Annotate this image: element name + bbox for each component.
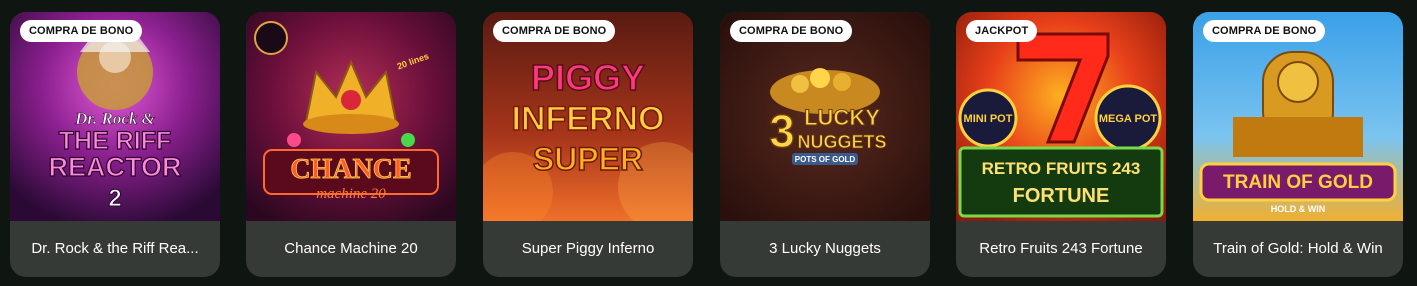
game-card-retro-fruits-243[interactable]: MINI POT MEGA POT RETRO FRUITS 243 FORTU… [956,12,1166,277]
game-title[interactable]: Train of Gold: Hold & Win [1193,221,1403,277]
badge: JACKPOT [966,20,1038,42]
art-text-4: 2 [108,185,121,212]
art-text-piggy: PIGGY [531,57,645,98]
game-title[interactable]: 3 Lucky Nuggets [720,221,930,277]
badge: COMPRA DE BONO [20,20,143,42]
game-thumbnail[interactable]: Dr. Rock & THE RIFF REACTOR 2 COMPRA DE … [10,12,220,221]
game-thumbnail[interactable]: 20 lines CHANCE machine 20 [246,12,456,221]
badge: COMPRA DE BONO [493,20,616,42]
game-title[interactable]: Super Piggy Inferno [483,221,693,277]
art-text-nuggets: NUGGETS [797,132,886,152]
art-text-super: SUPER [533,141,643,177]
game-card-super-piggy-inferno[interactable]: PIGGY INFERNO SUPER COMPRA DE BONO Super… [483,12,693,277]
art-text-lucky: LUCKY [804,105,880,130]
game-title[interactable]: Chance Machine 20 [246,221,456,277]
game-thumbnail[interactable]: PIGGY INFERNO SUPER COMPRA DE BONO [483,12,693,221]
art-text-retro-fruits: RETRO FRUITS 243 [982,159,1141,178]
game-card-train-of-gold[interactable]: TRAIN OF GOLD HOLD & WIN COMPRA DE BONO … [1193,12,1403,277]
art-text-inferno: INFERNO [512,100,665,138]
game-title[interactable]: Dr. Rock & the Riff Rea... [10,221,220,277]
badge: COMPRA DE BONO [1203,20,1326,42]
game-title[interactable]: Retro Fruits 243 Fortune [956,221,1166,277]
art-text-mega-pot: MEGA POT [1099,113,1158,125]
art-text-chance: CHANCE [290,154,411,185]
game-card-chance-machine-20[interactable]: 20 lines CHANCE machine 20 Chance Machin… [246,12,456,277]
game-carousel: Dr. Rock & THE RIFF REACTOR 2 COMPRA DE … [0,0,1417,286]
art-text-machine: machine 20 [316,186,386,202]
art-text-fortune: FORTUNE [1013,185,1110,207]
game-thumbnail[interactable]: MINI POT MEGA POT RETRO FRUITS 243 FORTU… [956,12,1166,221]
game-card-dr-rock[interactable]: Dr. Rock & THE RIFF REACTOR 2 COMPRA DE … [10,12,220,277]
art-text-2: THE RIFF [59,127,172,155]
game-card-3-lucky-nuggets[interactable]: 3 LUCKY NUGGETS POTS OF GOLD COMPRA DE B… [720,12,930,277]
art-text-pots: POTS OF GOLD [795,155,856,164]
game-thumbnail[interactable]: 3 LUCKY NUGGETS POTS OF GOLD COMPRA DE B… [720,12,930,221]
art-text-hold-win: HOLD & WIN [1271,204,1326,214]
badge: COMPRA DE BONO [730,20,853,42]
art-text-1: Dr. Rock & [74,109,156,128]
art-text-3: 3 [769,105,795,157]
art-text-mini-pot: MINI POT [964,113,1013,125]
art-text-3: REACTOR [48,152,181,182]
art-text-train-of-gold: TRAIN OF GOLD [1223,172,1373,193]
game-thumbnail[interactable]: TRAIN OF GOLD HOLD & WIN COMPRA DE BONO [1193,12,1403,221]
